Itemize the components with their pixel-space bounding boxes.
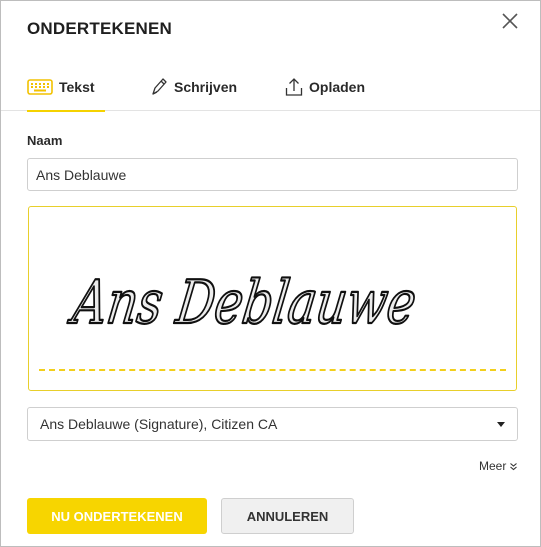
signature-shadow: Ans Deblauwe (65, 268, 421, 338)
signature-drawing: Ans Deblauwe Ans Deblauwe (64, 267, 422, 339)
tab-bar: Tekst Schrijven Opladen (1, 63, 540, 112)
sign-dialog: ONDERTEKENEN Tekst Schrijven Opladen Naa… (0, 0, 541, 547)
tab-tekst-label: Tekst (59, 79, 95, 95)
cancel-button[interactable]: ANNULEREN (221, 498, 354, 534)
signature-preview: Ans Deblauwe Ans Deblauwe (28, 206, 517, 391)
more-label: Meer (479, 459, 507, 473)
certificate-select[interactable]: Ans Deblauwe (Signature), Citizen CA (27, 407, 518, 441)
close-icon[interactable] (499, 10, 521, 32)
dropdown-arrow-icon (497, 422, 505, 427)
tab-opladen-label: Opladen (309, 79, 366, 95)
tab-opladen[interactable]: Opladen (285, 63, 365, 111)
sign-now-button[interactable]: NU ONDERTEKENEN (27, 498, 207, 534)
tab-schrijven-label: Schrijven (174, 79, 238, 95)
signature-baseline (39, 369, 506, 371)
tab-schrijven[interactable]: Schrijven (150, 63, 237, 111)
name-label: Naam (27, 133, 63, 148)
more-toggle[interactable]: Meer (479, 459, 518, 473)
dialog-title: ONDERTEKENEN (27, 19, 173, 38)
upload-icon (285, 77, 303, 97)
chevron-double-down-icon (509, 462, 518, 471)
certificate-selected-value: Ans Deblauwe (Signature), Citizen CA (40, 416, 278, 432)
pen-icon (150, 77, 168, 97)
name-input[interactable] (27, 158, 518, 191)
keyboard-icon (27, 79, 53, 95)
tab-tekst[interactable]: Tekst (27, 63, 105, 112)
